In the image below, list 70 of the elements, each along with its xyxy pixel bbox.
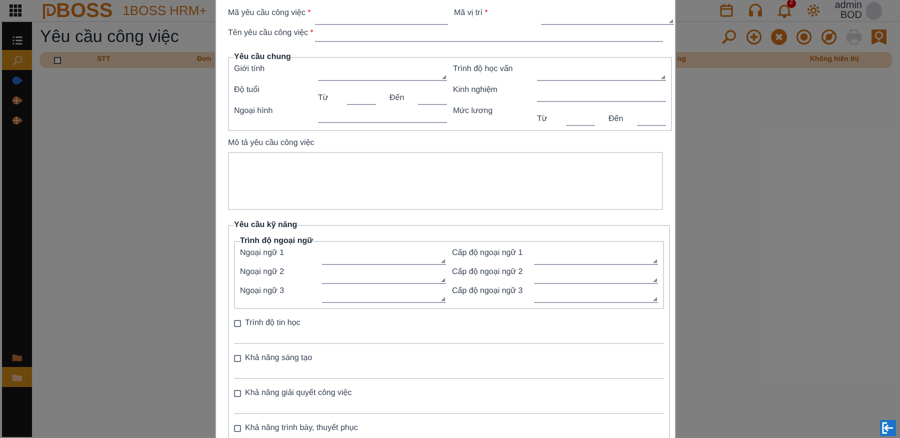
filter-icon <box>871 29 887 45</box>
range-to-label: Đến <box>608 113 624 125</box>
settings-icon[interactable] <box>806 3 821 18</box>
bell-icon[interactable] <box>776 3 792 18</box>
toolbar-button[interactable] <box>821 29 837 45</box>
field-label: Kinh nghiệm <box>453 84 498 96</box>
toolbar-button[interactable] <box>771 29 787 45</box>
plus-circle-icon <box>746 29 762 45</box>
list-icon <box>12 34 22 46</box>
field-label: Ngoại hình <box>234 105 274 117</box>
app-logo: BOSS <box>42 0 113 20</box>
apps-grid-icon[interactable] <box>8 4 22 17</box>
folder-icon <box>12 372 22 382</box>
user-name: admin <box>834 0 862 10</box>
field-label: Cấp độ ngoại ngữ 1 <box>452 247 524 259</box>
user-role: BOD <box>840 10 862 20</box>
section-title: Yêu cầu chung <box>234 51 291 63</box>
toolbar-button[interactable] <box>796 29 812 45</box>
field-label: Ngoại ngữ 3 <box>240 285 286 297</box>
toolbar-button[interactable] <box>871 29 887 45</box>
resize-grip-icon[interactable] <box>442 75 446 79</box>
field-label: Trình độ học vấn <box>453 63 514 75</box>
range-from-label: Từ <box>318 92 330 104</box>
resize-grip-icon[interactable] <box>441 297 445 301</box>
field-label: Mức lương <box>453 105 494 117</box>
toolbar-button[interactable] <box>721 29 737 45</box>
field-label: Cấp độ ngoại ngữ 3 <box>452 285 524 297</box>
resize-grip-icon[interactable] <box>441 278 445 282</box>
record-icon <box>796 29 812 45</box>
section-title: Trình độ ngoại ngữ <box>240 235 313 247</box>
headset-icon[interactable] <box>748 3 763 18</box>
checkbox[interactable] <box>234 424 241 432</box>
checkbox-label: Khả năng giải quyết công việc <box>245 387 352 399</box>
checkbox-label: Trình độ tin học <box>245 317 300 329</box>
resize-grip-icon[interactable] <box>653 259 657 263</box>
checkbox-label: Khả năng trình bày, thuyết phục <box>245 422 358 434</box>
resize-grip-icon[interactable] <box>653 297 657 301</box>
checkbox[interactable] <box>234 320 241 326</box>
field-label: Giới tính <box>234 63 266 75</box>
range-to-label: Đến <box>390 92 406 104</box>
calendar-icon[interactable] <box>718 3 734 18</box>
select-all-checkbox[interactable] <box>54 56 61 64</box>
folder-icon <box>12 352 22 362</box>
toolbar-button[interactable] <box>746 29 762 45</box>
resize-grip-icon[interactable] <box>653 278 657 282</box>
app-name: 1BOSS HRM+ <box>122 2 207 20</box>
text-area[interactable] <box>228 152 663 210</box>
resize-grip-icon[interactable] <box>661 75 665 79</box>
search-icon <box>721 29 737 45</box>
exit-icon <box>882 422 894 434</box>
page-title: Yêu cầu công việc <box>40 26 179 48</box>
field-label: Cấp độ ngoại ngữ 2 <box>452 266 524 278</box>
resize-grip-icon[interactable] <box>669 19 673 23</box>
field-label: Ngoại ngữ 1 <box>240 247 286 259</box>
field-label: Tên yêu cầu công việc * <box>228 27 314 39</box>
section-title: Yêu cầu kỹ năng <box>234 219 298 231</box>
field-label: Mô tả yêu cầu công việc <box>228 137 316 149</box>
checkbox-label: Khả năng sáng tạo <box>245 352 312 364</box>
resize-grip-icon[interactable] <box>441 259 445 263</box>
checkbox[interactable] <box>234 390 241 396</box>
search-icon <box>12 54 22 66</box>
exit-button[interactable] <box>880 420 896 436</box>
field-label: Mã yêu cầu công việc * <box>228 7 312 19</box>
field-label: Độ tuổi <box>234 84 260 96</box>
field-label: Ngoại ngữ 2 <box>240 266 286 278</box>
range-from-label: Từ <box>537 113 548 125</box>
slashed-circle-icon <box>821 29 837 45</box>
close-circle-icon <box>771 29 787 45</box>
field-label: Mã vị trí * <box>454 7 489 19</box>
checkbox[interactable] <box>234 354 241 362</box>
